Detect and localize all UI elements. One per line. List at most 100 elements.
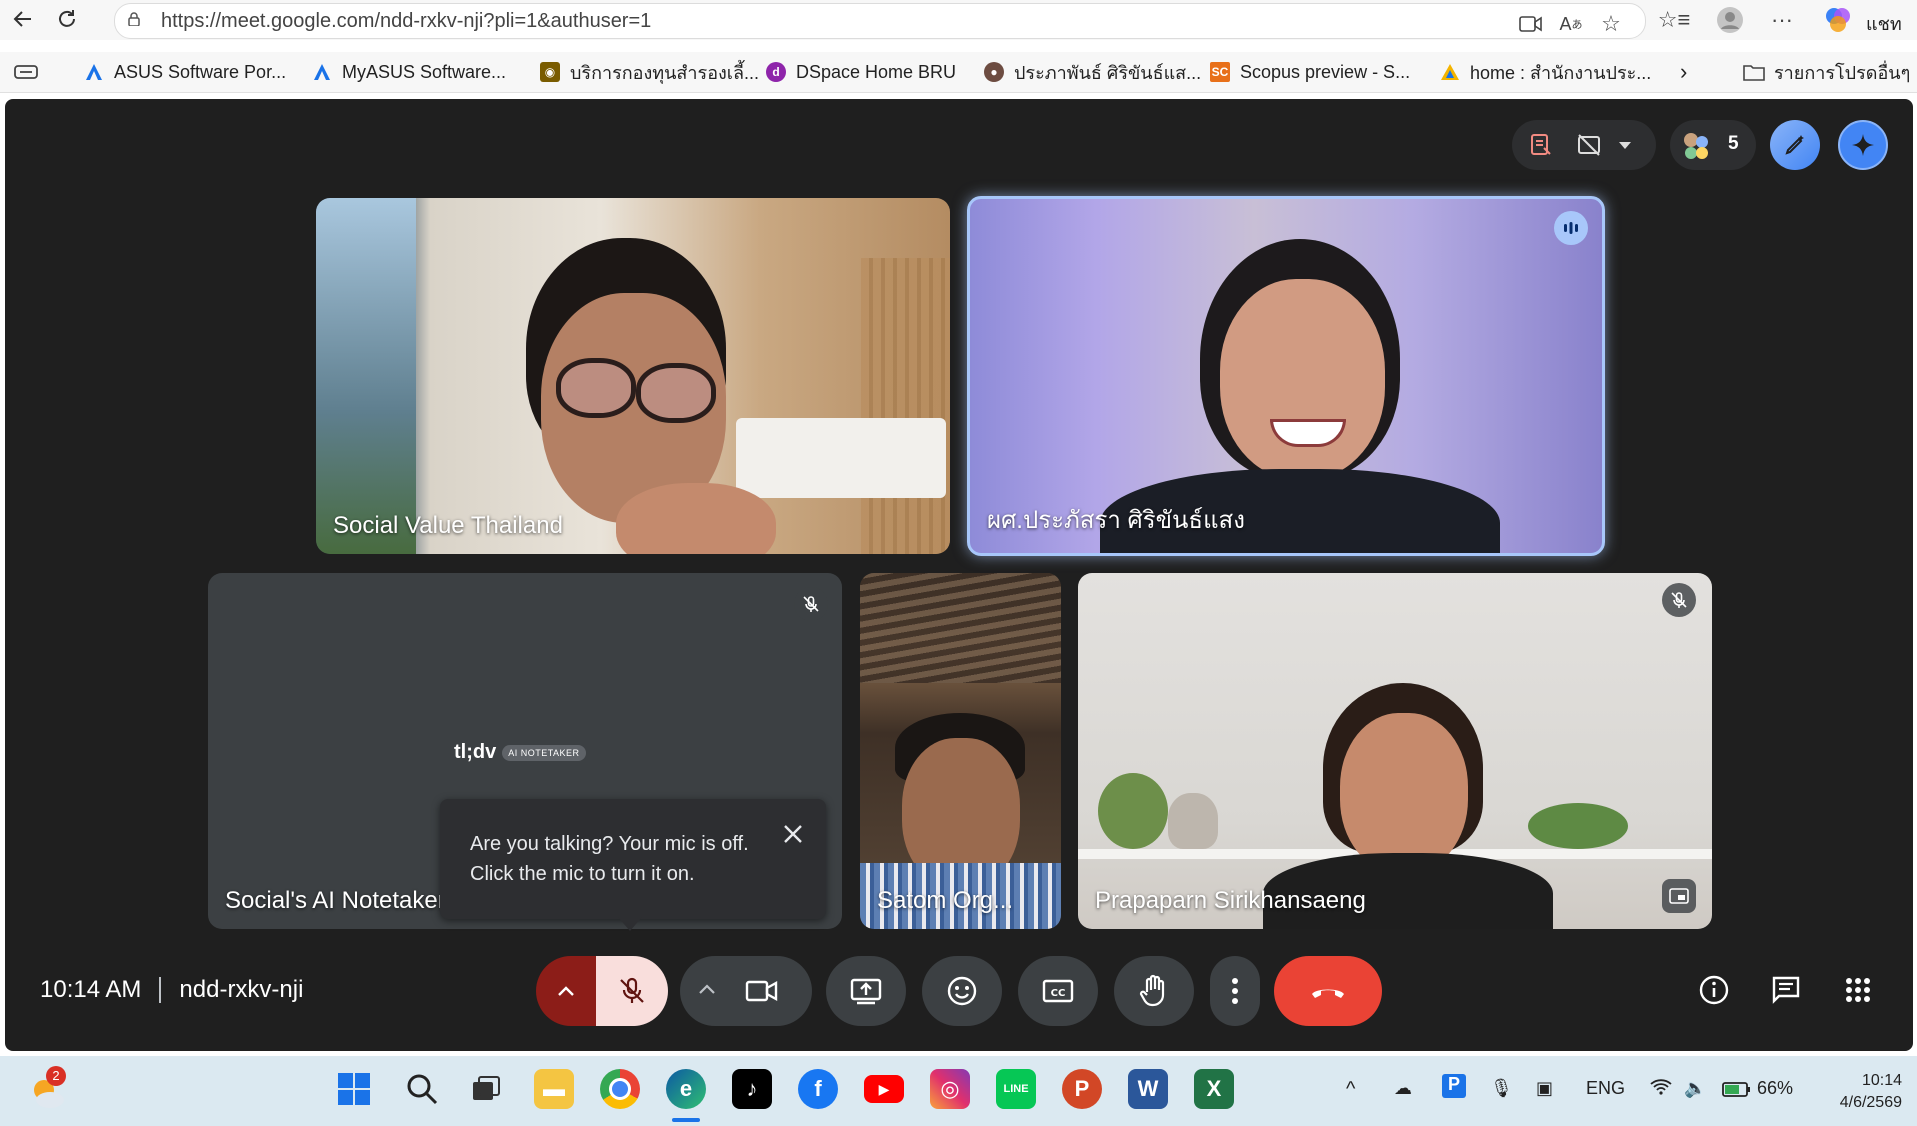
microphone-icon[interactable]: 🎙 — [1490, 1078, 1513, 1099]
chrome-app[interactable] — [600, 1069, 640, 1109]
glasses-left — [556, 358, 636, 418]
camera-permission-icon[interactable] — [1515, 8, 1547, 40]
participant-tile-satom[interactable]: Satom Org... — [860, 573, 1061, 929]
raise-hand-button[interactable] — [1114, 956, 1194, 1026]
info-icon — [1699, 975, 1729, 1005]
battery-indicator[interactable]: 66% — [1722, 1078, 1793, 1099]
other-favorites-folder[interactable]: รายการโปรดอื่นๆ — [1742, 59, 1910, 85]
instagram-app[interactable]: ◎ — [930, 1069, 970, 1109]
bookmark-scopus[interactable]: SC Scopus preview - S... — [1210, 59, 1410, 85]
meeting-info: 10:14 AM ndd-rxkv-nji — [40, 976, 303, 1004]
pin-tile-icon[interactable] — [1662, 879, 1696, 913]
participant-name: Social's AI Notetaker — [225, 887, 446, 914]
gemini-sparkle-icon — [1852, 134, 1874, 156]
parking-app-icon[interactable]: P — [1442, 1074, 1466, 1098]
edge-app[interactable]: e — [666, 1069, 706, 1109]
bookmark-label: ประภาพันธ์ ศิริขันธ์แส... — [1014, 62, 1202, 83]
profile-avatar-icon[interactable] — [1714, 4, 1746, 36]
show-hidden-icons-chevron-icon[interactable]: ^ — [1346, 1078, 1355, 1101]
excel-app[interactable]: X — [1194, 1069, 1234, 1109]
bookmark-home[interactable]: home : สำนักงานประ... — [1440, 59, 1651, 85]
tiktok-app[interactable]: ♪ — [732, 1069, 772, 1109]
asus-triangle-icon — [314, 64, 330, 80]
bookmark-asus[interactable]: ASUS Software Por... — [84, 59, 286, 85]
pencil-sparkle-icon — [1785, 135, 1804, 155]
participant-tile-social-value-thailand[interactable]: Social Value Thailand — [316, 198, 950, 554]
line-app[interactable]: LINE — [996, 1069, 1036, 1109]
bookmark-myasus[interactable]: MyASUS Software... — [312, 59, 506, 85]
camera-toggle-button[interactable] — [744, 976, 780, 1006]
start-button[interactable] — [334, 1069, 374, 1109]
youtube-app[interactable]: ▶ — [864, 1075, 904, 1103]
clock-date: 4/6/2569 — [1839, 1094, 1902, 1111]
glasses-right — [636, 363, 716, 423]
powerpoint-icon: P — [1074, 1076, 1090, 1101]
meeting-details-button[interactable] — [1694, 970, 1734, 1010]
plant-right — [1528, 803, 1628, 849]
language-indicator[interactable]: ENG — [1586, 1078, 1625, 1099]
roof-slats — [860, 573, 1061, 683]
dropdown-caret-icon[interactable] — [1618, 138, 1632, 152]
closed-captions-icon: CC — [1042, 979, 1074, 1003]
task-view-button[interactable] — [466, 1069, 506, 1109]
favorites-icon[interactable]: ☆≡ — [1658, 4, 1691, 36]
meeting-tools-button[interactable] — [1770, 120, 1820, 170]
volume-icon[interactable]: 🔈 — [1684, 1078, 1706, 1099]
powerpoint-app[interactable]: P — [1062, 1069, 1102, 1109]
recording-off-icon[interactable] — [1576, 132, 1602, 158]
address-bar[interactable]: https://meet.google.com/ndd-rxkv-nji?pli… — [114, 3, 1646, 39]
onedrive-offline-icon[interactable]: ☁ — [1394, 1078, 1412, 1099]
more-options-button[interactable] — [1210, 956, 1260, 1026]
person-face — [1340, 713, 1468, 873]
present-screen-button[interactable] — [826, 956, 906, 1026]
more-vert-icon — [1232, 978, 1238, 1004]
microphone-toggle-button[interactable] — [596, 956, 668, 1026]
favorite-star-icon[interactable]: ☆ — [1595, 8, 1627, 40]
meeting-code: ndd-rxkv-nji — [179, 976, 304, 1003]
close-icon[interactable] — [778, 819, 808, 849]
bookmark-dspace[interactable]: d DSpace Home BRU — [766, 59, 956, 85]
bookmark-fund[interactable]: ◉ บริการกองทุนสำรองเลี้... — [540, 59, 759, 85]
mic-tooltip-text: Are you talking? Your mic is off. Click … — [470, 833, 749, 885]
more-menu-icon[interactable]: ··· — [1766, 4, 1798, 36]
speaking-indicator-icon — [1554, 211, 1588, 245]
people-button[interactable]: 5 — [1670, 120, 1756, 170]
mic-tooltip: Are you talking? Your mic is off. Click … — [440, 799, 826, 931]
facebook-icon: f — [814, 1076, 822, 1101]
back-button[interactable] — [6, 2, 40, 36]
windows-taskbar: 2 ▬ e ♪ f ▶ ◎ LINE P W X ^ ☁ P 🎙 ▣ ENG 🔈… — [0, 1056, 1917, 1126]
url-text: https://meet.google.com/ndd-rxkv-nji?pli… — [161, 10, 652, 32]
participant-tile-active-speaker[interactable]: ผศ.ประภัสรา ศิริขันธ์แสง — [967, 196, 1605, 556]
captions-button[interactable]: CC — [1018, 956, 1098, 1026]
search-button[interactable] — [402, 1069, 442, 1109]
leave-call-button[interactable] — [1274, 956, 1382, 1026]
system-clock[interactable]: 10:14 4/6/2569 — [1818, 1070, 1902, 1114]
weather-widget[interactable]: 2 — [28, 1066, 68, 1112]
profile-seal-icon: ● — [984, 62, 1004, 82]
office-table — [736, 418, 946, 498]
search-icon — [407, 1074, 438, 1105]
chat-button[interactable] — [1766, 970, 1806, 1010]
scopus-icon: SC — [1210, 62, 1230, 82]
participant-name: Satom Org... — [877, 887, 1014, 914]
instagram-icon: ◎ — [940, 1076, 960, 1101]
tab-actions-icon[interactable] — [14, 59, 38, 85]
tooltip-pointer — [618, 917, 642, 931]
activities-button[interactable] — [1838, 970, 1878, 1010]
display-settings-icon[interactable]: ▣ — [1536, 1078, 1553, 1099]
chevron-right-icon[interactable]: › — [1680, 59, 1687, 85]
file-explorer-app[interactable]: ▬ — [534, 1069, 574, 1109]
facebook-app[interactable]: f — [798, 1069, 838, 1109]
video-options-button[interactable] — [698, 982, 718, 1002]
copilot-icon[interactable] — [1822, 4, 1854, 36]
bookmark-profile[interactable]: ● ประภาพันธ์ ศิริขันธ์แส... — [984, 59, 1201, 85]
gemini-button[interactable] — [1838, 120, 1888, 170]
participant-tile-prapaparn[interactable]: Prapaparn Sirikhansaeng — [1078, 573, 1712, 929]
reactions-button[interactable] — [922, 956, 1002, 1026]
translate-icon[interactable]: Aあ — [1555, 8, 1587, 40]
wifi-icon[interactable] — [1650, 1078, 1672, 1101]
chat-label[interactable]: แชท — [1866, 9, 1902, 38]
notes-icon[interactable] — [1528, 132, 1554, 158]
reload-button[interactable] — [50, 2, 84, 36]
word-app[interactable]: W — [1128, 1069, 1168, 1109]
